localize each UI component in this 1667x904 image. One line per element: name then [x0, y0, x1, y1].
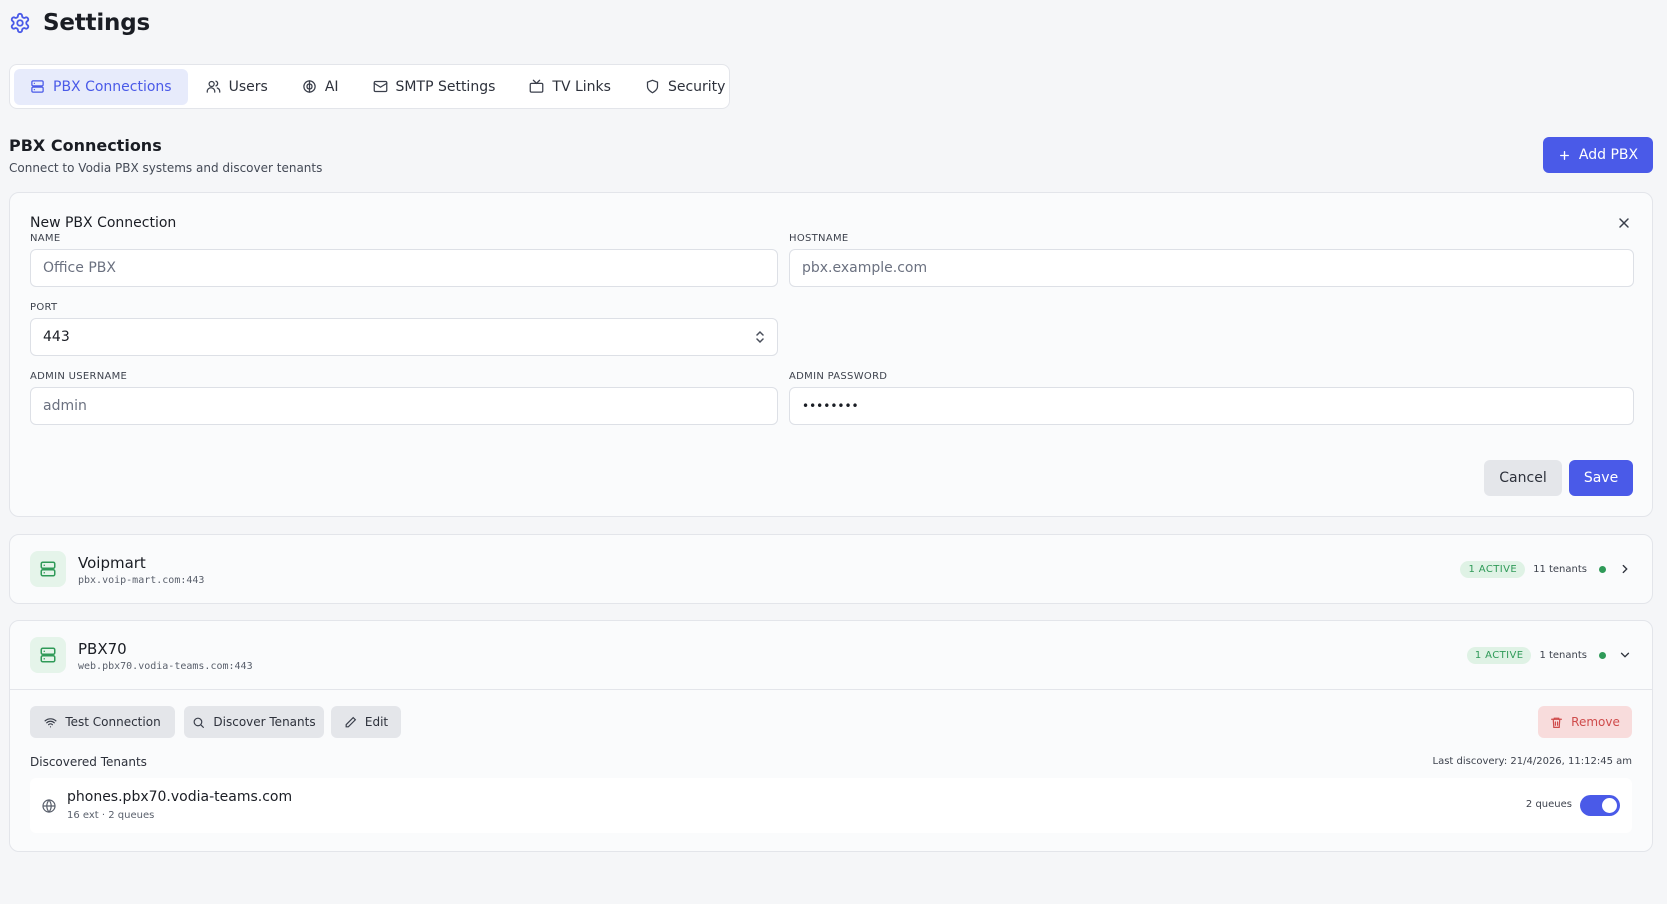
admin-username-label: ADMIN USERNAME	[30, 371, 128, 382]
wifi-icon	[44, 716, 57, 729]
stepper-arrows-icon[interactable]	[755, 329, 765, 345]
tab-label: PBX Connections	[53, 78, 172, 95]
tab-tv-links[interactable]: TV Links	[513, 69, 627, 105]
discovered-tenants-heading: Discovered Tenants	[30, 755, 147, 769]
last-discovery: Last discovery: 21/4/2026, 11:12:45 am	[1432, 756, 1632, 767]
tab-pbx-connections[interactable]: PBX Connections	[14, 68, 188, 105]
name-label: NAME	[30, 233, 61, 244]
tab-ai[interactable]: AI	[286, 69, 355, 105]
globe-icon	[41, 798, 57, 814]
tab-label: TV Links	[552, 78, 611, 95]
port-stepper[interactable]: 443	[30, 318, 778, 356]
test-connection-button[interactable]: Test Connection	[30, 706, 175, 738]
pbx-host: pbx.voip-mart.com:443	[78, 575, 205, 586]
tab-label: Users	[228, 78, 268, 95]
pencil-icon	[344, 716, 357, 729]
mail-icon	[373, 79, 388, 94]
chevron-right-icon[interactable]	[1618, 562, 1632, 576]
pbx-card-pbx70: PBX70 web.pbx70.vodia-teams.com:443 1 AC…	[9, 620, 1653, 852]
online-dot-icon	[1599, 651, 1606, 659]
tenant-queues: 2 queues	[1525, 799, 1572, 810]
password-mask: ••••••••	[802, 399, 859, 413]
settings-tabs: PBX Connections Users AI SMTP Settings T…	[9, 64, 730, 109]
hostname-field[interactable]	[789, 249, 1634, 287]
server-icon	[30, 637, 66, 673]
port-label: PORT	[30, 302, 58, 313]
list-item: phones.pbx70.vodia-teams.com 16 ext · 2 …	[30, 778, 1632, 833]
tab-label: Security	[667, 78, 726, 95]
shield-icon	[645, 79, 660, 94]
close-icon[interactable]	[1616, 215, 1632, 231]
brain-icon	[302, 79, 317, 94]
tab-security[interactable]: Security	[629, 69, 742, 105]
pbx-name: Voipmart	[78, 554, 146, 572]
page-header: Settings	[9, 8, 150, 38]
tab-users[interactable]: Users	[190, 69, 284, 105]
add-pbx-label: Add PBX	[1578, 147, 1639, 163]
tab-label: SMTP Settings	[395, 78, 496, 95]
tenant-count: 1 tenants	[1539, 649, 1587, 661]
server-icon	[30, 79, 45, 94]
save-button[interactable]: Save	[1569, 460, 1633, 496]
pbx-card-voipmart: Voipmart pbx.voip-mart.com:443 1 ACTIVE …	[9, 534, 1653, 604]
pbx-row[interactable]: PBX70 web.pbx70.vodia-teams.com:443 1 AC…	[10, 621, 1652, 689]
discover-tenants-label: Discover Tenants	[213, 715, 316, 729]
hostname-label: HOSTNAME	[789, 233, 849, 244]
tenant-enabled-toggle[interactable]	[1580, 795, 1620, 816]
name-field[interactable]	[30, 249, 778, 287]
gear-icon	[9, 12, 31, 34]
tv-icon	[529, 79, 544, 94]
edit-button[interactable]: Edit	[331, 706, 401, 738]
section-subtitle: Connect to Vodia PBX systems and discove…	[9, 161, 323, 175]
pbx-details: Test Connection Discover Tenants Edit Re…	[10, 689, 1652, 851]
add-pbx-button[interactable]: Add PBX	[1543, 137, 1653, 173]
status-badge: 1 ACTIVE	[1460, 560, 1526, 578]
server-icon	[30, 551, 66, 587]
plus-icon	[1558, 149, 1571, 162]
new-pbx-form: New PBX Connection NAME HOSTNAME PORT 44…	[9, 192, 1653, 517]
section-title: PBX Connections	[9, 136, 162, 155]
search-icon	[192, 716, 205, 729]
pbx-row[interactable]: Voipmart pbx.voip-mart.com:443 1 ACTIVE …	[10, 535, 1652, 603]
admin-password-field[interactable]: ••••••••	[789, 387, 1634, 425]
remove-button[interactable]: Remove	[1538, 706, 1632, 738]
online-dot-icon	[1599, 565, 1606, 573]
status-badge: 1 ACTIVE	[1466, 646, 1532, 664]
users-icon	[206, 79, 221, 94]
port-value: 443	[43, 329, 70, 345]
page-title: Settings	[43, 10, 150, 36]
pbx-status: 1 ACTIVE 1 tenants	[1466, 645, 1632, 665]
admin-password-label: ADMIN PASSWORD	[789, 371, 888, 382]
tenant-count: 11 tenants	[1533, 563, 1587, 575]
cancel-button[interactable]: Cancel	[1484, 460, 1562, 496]
chevron-down-icon[interactable]	[1618, 648, 1632, 662]
admin-username-field[interactable]	[30, 387, 778, 425]
trash-icon	[1550, 716, 1563, 729]
tab-label: AI	[324, 78, 339, 95]
tenant-host: phones.pbx70.vodia-teams.com	[67, 789, 293, 805]
tenant-meta: 16 ext · 2 queues	[67, 810, 155, 821]
discover-tenants-button[interactable]: Discover Tenants	[184, 706, 324, 738]
test-connection-label: Test Connection	[65, 715, 161, 729]
pbx-host: web.pbx70.vodia-teams.com:443	[78, 661, 253, 672]
pbx-status: 1 ACTIVE 11 tenants	[1460, 559, 1632, 579]
form-heading: New PBX Connection	[30, 215, 177, 231]
pbx-name: PBX70	[78, 640, 127, 658]
edit-label: Edit	[364, 715, 389, 729]
remove-label: Remove	[1571, 715, 1620, 729]
tab-smtp-settings[interactable]: SMTP Settings	[357, 69, 512, 105]
